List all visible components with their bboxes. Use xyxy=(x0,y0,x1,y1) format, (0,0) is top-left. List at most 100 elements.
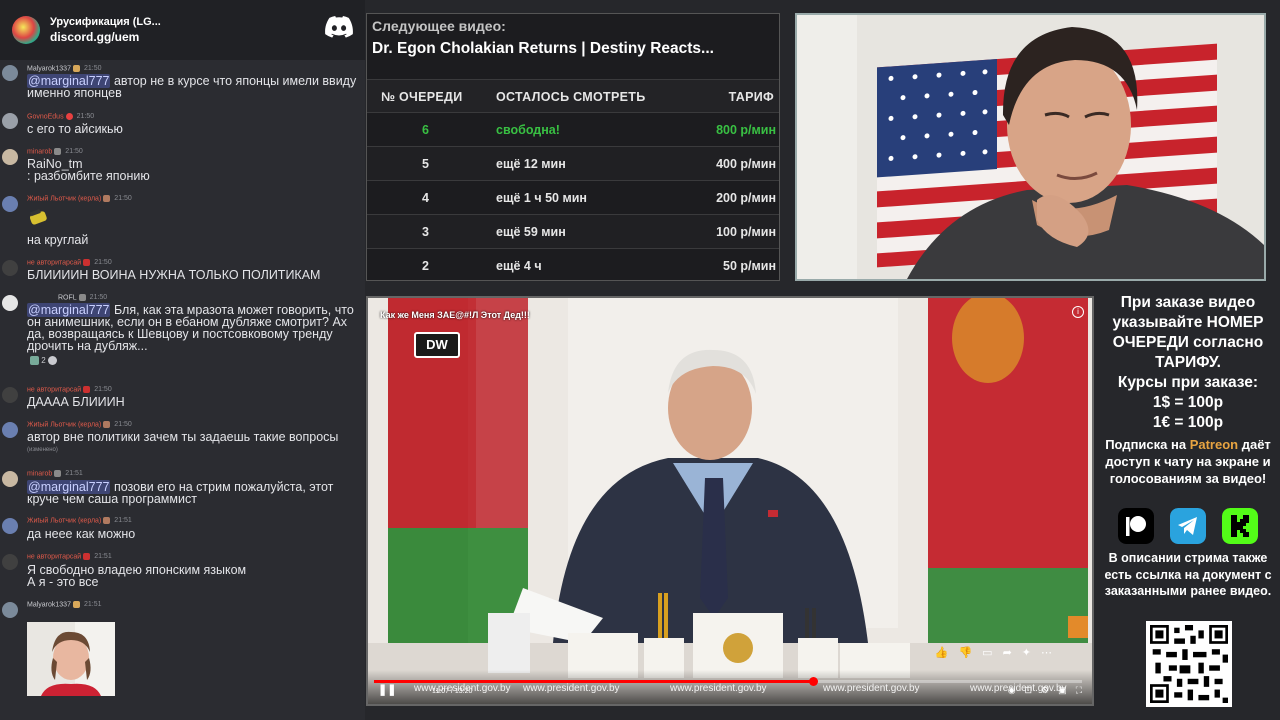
badge-icon xyxy=(54,470,62,477)
telegram-icon[interactable] xyxy=(1170,508,1206,544)
right-controls: ◉ ⊡ ⚙ ▣ ⛶ xyxy=(1008,685,1082,696)
user-avatar xyxy=(2,554,18,570)
badge-icon xyxy=(83,553,91,560)
share-icon[interactable]: ➦ xyxy=(1003,646,1012,659)
username[interactable]: Жиtый Льотчик (керла) xyxy=(27,195,101,202)
message-meta: не авторитарсай 21:50 xyxy=(27,386,112,393)
user-avatar xyxy=(2,196,18,212)
remaining-time: ещё 1 ч 50 мин xyxy=(496,191,587,205)
next-video-label: Следующее видео: xyxy=(372,18,506,34)
like-icon[interactable]: 👍 xyxy=(935,646,949,659)
user-avatar xyxy=(2,113,18,129)
table-row: 4 ещё 1 ч 50 мин 200 р/мин xyxy=(367,181,779,215)
column-header-price: ТАРИФ xyxy=(728,90,774,104)
message-meta: Жиtый Льотчик (керла) 21:50 xyxy=(27,195,132,202)
price: 200 р/мин xyxy=(716,191,776,205)
timestamp: 21:50 xyxy=(89,294,108,302)
autoplay-icon[interactable]: ◉ xyxy=(1008,685,1016,696)
server-invite: Урусификация (LG... discord.gg/uem xyxy=(50,15,161,45)
rate-eur: 1€ = 100р xyxy=(1152,414,1224,431)
remix-icon[interactable]: ✦ xyxy=(1022,646,1031,659)
message-meta: Жиtый Льотчик (керла) 21:51 xyxy=(27,517,132,524)
captions-icon[interactable]: ⊡ xyxy=(1025,685,1033,696)
discord-chat-panel: Урусификация (LG... discord.gg/uem Malya… xyxy=(0,0,365,720)
message-meta: minarob 21:51 xyxy=(27,470,83,477)
rates-label: Курсы при заказе: xyxy=(1117,374,1259,391)
message-text: RaiNo_tm: разбомбите японию xyxy=(27,158,361,183)
watermark: www.president.gov.by xyxy=(823,683,920,694)
username[interactable]: не авторитарсай xyxy=(27,259,81,266)
video-title: Как же Меня ЗАЕ@#!Л Этот Дед!!! xyxy=(380,310,530,320)
patreon-icon[interactable] xyxy=(1118,508,1154,544)
message-text: БЛИИИИН ВОИНА НУЖНА ТОЛЬКО ПОЛИТИКАМ xyxy=(27,268,321,282)
watermark: www.president.gov.by xyxy=(414,683,511,694)
timestamp: 21:51 xyxy=(83,601,102,609)
discord-icon xyxy=(325,16,353,38)
badge-icon xyxy=(78,294,86,301)
badge-icon xyxy=(103,517,111,524)
pause-icon[interactable]: ❚❚ xyxy=(378,683,396,696)
info-icon[interactable]: i xyxy=(1072,306,1084,318)
username[interactable]: GovnoEdus xyxy=(27,113,64,120)
miniplayer-icon[interactable]: ▣ xyxy=(1058,685,1067,696)
qr-code[interactable] xyxy=(1146,621,1232,707)
message-meta: Malyarok1337 21:51 xyxy=(27,601,102,608)
patreon-link[interactable]: Patreon xyxy=(1190,437,1238,452)
message-text: @marginal777 автор не в курсе что японцы… xyxy=(27,74,361,99)
dislike-icon[interactable]: 👎 xyxy=(958,646,972,659)
server-name: Урусификация (LG... xyxy=(50,16,161,28)
timestamp: 21:51 xyxy=(65,470,83,478)
reaction-bar[interactable]: 2 xyxy=(30,356,57,366)
username[interactable]: Malyarok1337 xyxy=(27,65,71,72)
table-header: № ОЧЕРЕДИ ОСТАЛОСЬ СМОТРЕТЬ ТАРИФ xyxy=(367,79,779,113)
user-avatar xyxy=(2,260,18,276)
player-controls: ❚❚ 11:07 / 13:20 www.president.gov.by ww… xyxy=(368,670,1092,704)
remaining-time: ещё 12 мин xyxy=(496,157,566,171)
badge-icon xyxy=(72,65,80,72)
user-avatar xyxy=(2,471,18,487)
social-links xyxy=(1118,508,1258,544)
message-meta: Жиtый Льотчик (керла) 21:50 xyxy=(27,421,132,428)
channel-logo: DW xyxy=(414,332,460,358)
queue-number: 4 xyxy=(422,191,429,205)
progress-scrubber[interactable] xyxy=(808,677,818,686)
remaining-time: свободна! xyxy=(496,123,560,137)
timestamp: 21:50 xyxy=(114,195,132,203)
username[interactable]: Malyarok1337 xyxy=(27,601,71,608)
username[interactable]: не авторитарсай xyxy=(27,553,81,560)
fullscreen-icon[interactable]: ⛶ xyxy=(1076,685,1082,696)
queue-table-panel: Следующее видео: Dr. Egon Cholakian Retu… xyxy=(366,13,780,281)
table-row: 3 ещё 59 мин 100 р/мин xyxy=(367,215,779,249)
kick-icon[interactable] xyxy=(1222,508,1258,544)
queue-number: 2 xyxy=(422,259,429,273)
settings-icon[interactable]: ⚙ xyxy=(1041,685,1049,696)
badge-icon xyxy=(103,195,111,202)
username[interactable]: minarob xyxy=(27,470,52,477)
video-actions: 👍 👎 ▭ ➦ ✦ ⋯ xyxy=(935,646,1052,659)
message-text: @marginal777 позови его на стрим пожалуй… xyxy=(27,480,361,505)
message-content: А я - это все xyxy=(27,575,99,589)
timestamp: 21:50 xyxy=(83,65,102,73)
table-row: 2 ещё 4 ч 50 р/мин xyxy=(367,249,779,283)
username[interactable]: не авторитарсай xyxy=(27,386,81,393)
server-avatar xyxy=(12,16,40,44)
price: 100 р/мин xyxy=(716,225,776,239)
video-player[interactable]: Как же Меня ЗАЕ@#!Л Этот Дед!!! DW i 👍 👎… xyxy=(366,296,1094,706)
message-text: с его то айсикью xyxy=(27,122,123,136)
attached-image[interactable] xyxy=(27,622,115,696)
message-text: автор вне политики зачем ты задаешь таки… xyxy=(27,430,339,444)
comment-icon[interactable]: ▭ xyxy=(982,646,992,659)
add-reaction-icon[interactable] xyxy=(47,356,57,366)
more-icon[interactable]: ⋯ xyxy=(1041,646,1052,659)
timestamp: 21:50 xyxy=(114,421,132,429)
username[interactable]: Жиtый Льотчик (керла) xyxy=(27,517,101,524)
username[interactable]: ROFL xyxy=(58,294,77,301)
remaining-time: ещё 59 мин xyxy=(496,225,566,239)
message-meta: не авторитарсай 21:50 xyxy=(27,259,112,266)
message-content: : разбомбите японию xyxy=(27,169,150,183)
username[interactable]: minarob xyxy=(27,148,52,155)
username[interactable]: Жиtый Льотчик (керла) xyxy=(27,421,101,428)
watermark: www.president.gov.by xyxy=(670,683,767,694)
stream-layout: Урусификация (LG... discord.gg/uem Malya… xyxy=(0,0,1280,720)
invite-link[interactable]: discord.gg/uem xyxy=(50,30,161,45)
